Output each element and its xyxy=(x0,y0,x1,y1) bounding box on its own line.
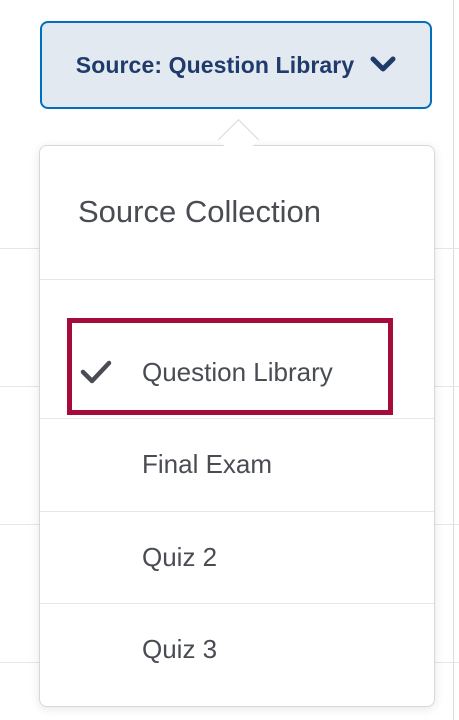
menu-item-quiz-3[interactable]: Quiz 3 xyxy=(40,603,434,695)
source-dropdown-button[interactable]: Source: Question Library xyxy=(40,21,432,109)
divider xyxy=(40,279,434,280)
highlight-annotation-box xyxy=(67,318,393,415)
menu-item-final-exam[interactable]: Final Exam xyxy=(40,418,434,510)
dropdown-heading: Source Collection xyxy=(78,194,321,229)
menu-item-label: Quiz 2 xyxy=(142,541,218,572)
chevron-down-icon xyxy=(370,56,396,72)
background-divider xyxy=(453,0,454,720)
menu-item-label: Quiz 3 xyxy=(142,633,218,664)
source-button-label: Source: Question Library xyxy=(75,51,355,78)
menu-item-quiz-2[interactable]: Quiz 2 xyxy=(40,511,434,603)
page: Source: Question Library Source Collecti… xyxy=(0,0,459,720)
source-collection-dropdown: Source Collection Question Library Final… xyxy=(39,145,435,707)
menu-item-label: Final Exam xyxy=(142,448,273,479)
